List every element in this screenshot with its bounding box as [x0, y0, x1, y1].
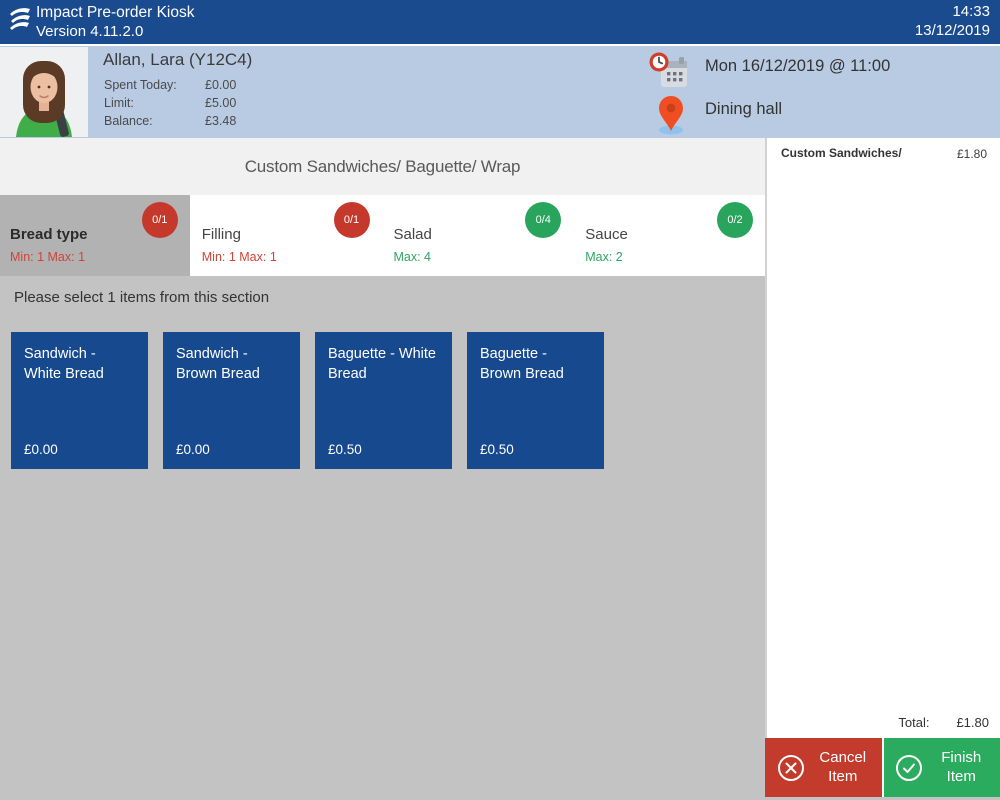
item-price: £0.50 — [480, 442, 514, 457]
user-bar: Allan, Lara (Y12C4) Spent Today: £0.00 L… — [0, 46, 1000, 138]
app-title: Impact Pre-order Kiosk — [36, 4, 195, 21]
item-name: Sandwich - Brown Bread — [176, 346, 260, 383]
user-name: Allan, Lara (Y12C4) — [103, 50, 253, 69]
tab-count-badge: 0/1 — [141, 202, 178, 238]
cancel-button-label: Cancel Item — [819, 748, 867, 785]
total-value: £1.80 — [956, 715, 989, 730]
tab-label: Salad — [393, 226, 432, 243]
session-datetime: Mon 16/12/2019 @ 11:00 — [705, 57, 891, 75]
section-instruction: Please select 1 items from this section — [14, 289, 270, 306]
stat-balance: Balance: £3.48 — [104, 112, 236, 130]
tab-constraint: Max: 4 — [393, 250, 432, 264]
tab-label: Bread type — [10, 226, 88, 243]
finish-circle-check-icon — [896, 754, 923, 781]
order-total: Total: £1.80 — [898, 715, 989, 730]
item-tiles: Sandwich - White Bread £0.00 Sandwich - … — [11, 332, 604, 469]
tab-salad[interactable]: 0/4 Salad Max: 4 — [383, 195, 574, 276]
clock-date: 13/12/2019 — [914, 22, 990, 39]
impact-logo-icon — [10, 8, 30, 30]
user-stats: Spent Today: £0.00 Limit: £5.00 Balance:… — [104, 76, 236, 130]
location-pin-icon — [659, 96, 683, 135]
cancel-item-button[interactable]: Cancel Item — [765, 738, 882, 797]
tab-constraint: Max: 2 — [585, 250, 623, 264]
finish-item-button[interactable]: Finish Item — [883, 738, 1000, 797]
item-price: £0.00 — [176, 442, 210, 457]
total-label: Total: — [898, 715, 930, 730]
cancel-circle-x-icon — [777, 754, 804, 781]
order-item-price: £1.80 — [956, 147, 987, 161]
tab-constraint: Min: 1 Max: 1 — [10, 250, 86, 264]
category-title: Custom Sandwiches/ Baguette/ Wrap — [0, 138, 765, 195]
tab-count-badge: 0/2 — [717, 202, 753, 238]
app-version: Version 4.11.2.0 — [36, 23, 144, 40]
item-price: £0.50 — [328, 442, 362, 457]
student-photo-illustration — [0, 47, 88, 137]
item-tile-baguette-brown[interactable]: Baguette - Brown Bread £0.50 — [467, 332, 604, 469]
item-name: Sandwich - White Bread — [24, 346, 104, 383]
clock-time: 14:33 — [952, 3, 990, 20]
tab-sauce[interactable]: 0/2 Sauce Max: 2 — [575, 195, 765, 276]
item-tile-baguette-white[interactable]: Baguette - White Bread £0.50 — [315, 332, 452, 469]
item-tile-sandwich-white[interactable]: Sandwich - White Bread £0.00 — [11, 332, 148, 469]
stat-spent-today: Spent Today: £0.00 — [104, 76, 236, 94]
stat-value: £0.00 — [205, 78, 237, 92]
session-location: Dining hall — [705, 100, 783, 118]
tab-label: Filling — [201, 226, 241, 243]
tab-count-badge: 0/4 — [525, 202, 562, 238]
stat-limit: Limit: £5.00 — [104, 94, 236, 112]
calendar-clock-icon — [649, 52, 687, 87]
stat-value: £5.00 — [205, 96, 237, 110]
item-name: Baguette - White Bread — [328, 346, 436, 383]
tab-constraint: Min: 1 Max: 1 — [201, 250, 277, 264]
section-content: Please select 1 items from this section … — [0, 276, 765, 800]
finish-button-label: Finish Item — [941, 748, 982, 785]
tab-filling[interactable]: 0/1 Filling Min: 1 Max: 1 — [191, 195, 382, 276]
section-tabs: 0/1 Bread type Min: 1 Max: 1 0/1 Filling… — [0, 195, 765, 276]
stat-label: Balance: — [104, 114, 153, 128]
order-line-item: Custom Sandwiches/ £1.80 — [767, 138, 1000, 168]
stat-value: £3.48 — [205, 114, 237, 128]
tab-label: Sauce — [585, 226, 628, 243]
action-buttons: Cancel Item Finish Item — [765, 738, 1000, 797]
stat-label: Spent Today: — [104, 78, 177, 92]
order-panel: Custom Sandwiches/ £1.80 Total: £1.80 Ca… — [765, 138, 1000, 800]
tab-count-badge: 0/1 — [333, 202, 370, 238]
student-photo — [0, 47, 88, 137]
title-bar: Impact Pre-order Kiosk Version 4.11.2.0 … — [0, 0, 1000, 44]
item-price: £0.00 — [24, 442, 58, 457]
tab-bread-type[interactable]: 0/1 Bread type Min: 1 Max: 1 — [0, 195, 190, 276]
item-name: Baguette - Brown Bread — [480, 346, 564, 383]
order-item-name: Custom Sandwiches/ — [781, 146, 902, 160]
item-tile-sandwich-brown[interactable]: Sandwich - Brown Bread £0.00 — [163, 332, 300, 469]
stat-label: Limit: — [104, 96, 134, 110]
